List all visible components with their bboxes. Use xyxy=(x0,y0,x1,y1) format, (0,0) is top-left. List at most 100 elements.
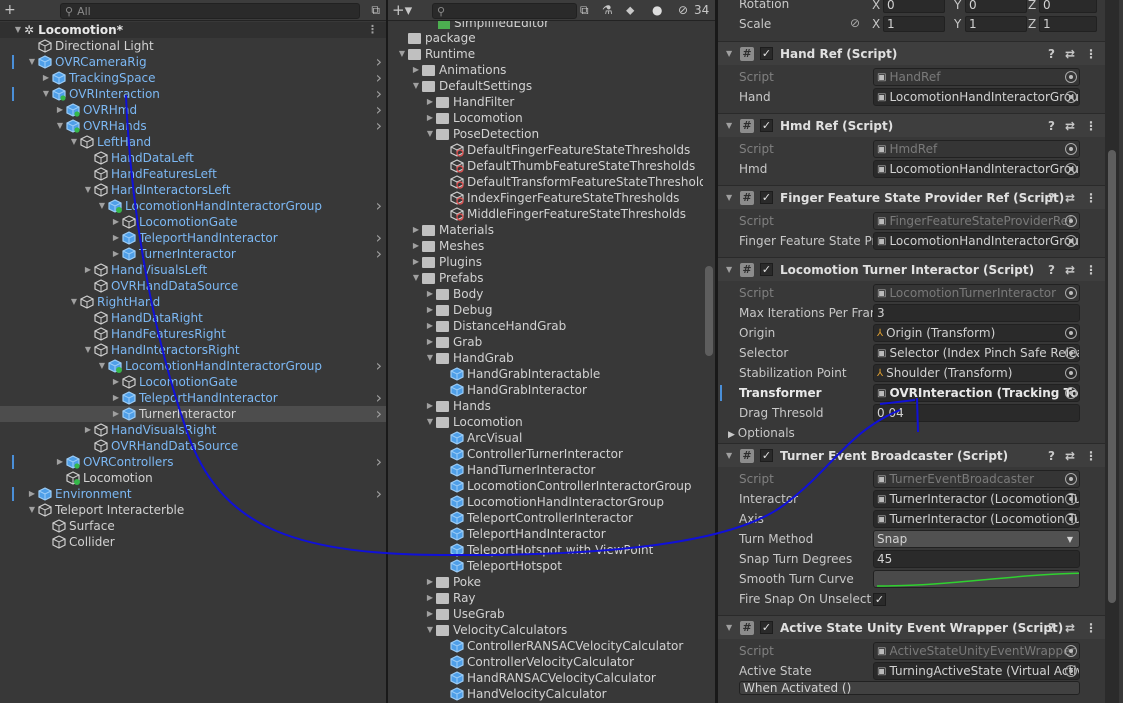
tag-icon[interactable]: ⬥ xyxy=(626,3,634,18)
property-field[interactable]: ▣ LocomotionHandInteractorGroup ( xyxy=(873,160,1080,178)
hierarchy-item[interactable]: ▼ RightHand xyxy=(0,294,386,310)
object-picker-icon[interactable] xyxy=(1065,235,1077,247)
expand-arrow-icon[interactable]: ▶ xyxy=(424,110,436,126)
create-icon[interactable]: +▾ xyxy=(392,1,412,19)
hierarchy-search-input[interactable]: ⚲ All xyxy=(60,3,360,19)
help-icon[interactable]: ? xyxy=(1048,191,1055,205)
hierarchy-item[interactable]: ▶ TrackingSpace › xyxy=(0,70,386,86)
component-enabled-checkbox[interactable]: ✓ xyxy=(760,119,773,132)
project-item[interactable]: ▶ Poke xyxy=(388,574,715,590)
project-item[interactable]: HandGrabInteractable xyxy=(388,366,715,382)
object-picker-icon[interactable] xyxy=(1065,367,1077,379)
object-picker-icon[interactable] xyxy=(1065,387,1077,399)
inspector-scrollbar[interactable] xyxy=(1105,0,1119,703)
more-options-icon[interactable]: ⋮ xyxy=(1085,191,1097,205)
project-item[interactable]: HandRANSACVelocityCalculator xyxy=(388,670,715,686)
presets-icon[interactable]: ⇄ xyxy=(1065,119,1075,133)
expand-arrow-icon[interactable]: ▶ xyxy=(110,246,122,262)
hierarchy-item[interactable]: Surface xyxy=(0,518,386,534)
help-icon[interactable]: ? xyxy=(1048,263,1055,277)
expand-arrow-icon[interactable]: ▶ xyxy=(82,422,94,438)
more-options-icon[interactable]: ⋮ xyxy=(1085,621,1097,635)
property-field[interactable] xyxy=(873,570,1080,588)
project-item[interactable]: HandVelocityCalculator xyxy=(388,686,715,702)
object-picker-icon[interactable] xyxy=(1065,665,1077,677)
presets-icon[interactable]: ⇄ xyxy=(1065,47,1075,61)
project-item[interactable]: ▶ Body xyxy=(388,286,715,302)
hierarchy-item[interactable]: HandDataLeft xyxy=(0,150,386,166)
hierarchy-item[interactable]: ▼ LocomotionHandInteractorGroup › xyxy=(0,198,386,214)
expand-arrow-icon[interactable]: ▼ xyxy=(82,342,94,358)
component-header[interactable]: ▼ # ✓ Finger Feature State Provider Ref (Sc… xyxy=(718,185,1105,209)
object-picker-icon[interactable] xyxy=(1065,163,1077,175)
expand-arrow-icon[interactable]: ▼ xyxy=(96,358,108,374)
project-item[interactable]: ▼ Runtime xyxy=(388,46,715,62)
project-item[interactable]: MiddleFingerFeatureStateThresholds xyxy=(388,206,715,222)
property-field[interactable]: ▣ HmdRef xyxy=(873,140,1080,158)
expand-arrow-icon[interactable]: ▶ xyxy=(424,574,436,590)
expand-arrow-icon[interactable]: ▼ xyxy=(54,118,66,134)
component-header[interactable]: ▼ # ✓ Locomotion Turner Interactor (Script)… xyxy=(718,257,1105,281)
property-field[interactable]: 3 xyxy=(873,304,1080,322)
scale-y-field[interactable]: 1 xyxy=(965,16,1027,32)
expand-arrow-icon[interactable]: ▼ xyxy=(68,134,80,150)
expand-arrow-icon[interactable]: ▼ xyxy=(424,350,436,366)
expand-arrow-icon[interactable]: ▶ xyxy=(110,374,122,390)
expand-arrow-icon[interactable]: ▶ xyxy=(110,230,122,246)
object-picker-icon[interactable] xyxy=(1065,91,1077,103)
hierarchy-item[interactable]: HandFeaturesRight xyxy=(0,326,386,342)
expand-arrow-icon[interactable]: ▶ xyxy=(424,302,436,318)
expand-arrow-icon[interactable]: ▼ xyxy=(424,622,436,638)
foldout-arrow-icon[interactable]: ▼ xyxy=(726,265,732,274)
object-picker-icon[interactable] xyxy=(1065,347,1077,359)
project-item[interactable]: ▶ Locomotion xyxy=(388,110,715,126)
component-enabled-checkbox[interactable]: ✓ xyxy=(760,449,773,462)
expand-arrow-icon[interactable]: ▼ xyxy=(40,86,52,102)
project-item[interactable]: DefaultThumbFeatureStateThresholds xyxy=(388,158,715,174)
object-picker-icon[interactable] xyxy=(1065,473,1077,485)
foldout-arrow-icon[interactable]: ▼ xyxy=(726,623,732,632)
open-prefab-chevron-icon[interactable]: › xyxy=(376,246,382,262)
rotation-y-field[interactable]: 0 xyxy=(965,0,1027,13)
hierarchy-item[interactable]: ▼ LocomotionHandInteractorGroup › xyxy=(0,358,386,374)
more-options-icon[interactable]: ⋮ xyxy=(1085,449,1097,463)
hierarchy-item[interactable]: ▼ OVRHands › xyxy=(0,118,386,134)
hierarchy-item[interactable]: ▼ HandInteractorsRight xyxy=(0,342,386,358)
presets-icon[interactable]: ⇄ xyxy=(1065,263,1075,277)
project-item[interactable]: ▼ VelocityCalculators xyxy=(388,622,715,638)
hierarchy-item[interactable]: OVRHandDataSource xyxy=(0,438,386,454)
property-field[interactable]: ▣ TurnerInteractor (Locomotion Turr xyxy=(873,510,1080,528)
project-item[interactable]: ▶ Ray xyxy=(388,590,715,606)
hierarchy-item[interactable]: HandFeaturesLeft xyxy=(0,166,386,182)
object-picker-icon[interactable] xyxy=(1065,287,1077,299)
expand-arrow-icon[interactable]: ▼ xyxy=(82,182,94,198)
property-field[interactable]: 45 xyxy=(873,550,1080,568)
hierarchy-item[interactable]: HandDataRight xyxy=(0,310,386,326)
property-field[interactable]: Snap ▼ xyxy=(873,530,1080,548)
open-prefab-chevron-icon[interactable]: › xyxy=(376,454,382,470)
property-field[interactable]: ⅄ Origin (Transform) xyxy=(873,324,1080,342)
property-field[interactable]: ▣ HandRef xyxy=(873,68,1080,86)
hierarchy-item[interactable]: ▼ OVRInteraction › xyxy=(0,86,386,102)
hierarchy-item[interactable]: ▼ Teleport Interacterble xyxy=(0,502,386,518)
property-field[interactable]: ▣ LocomotionHandInteractorGroup ( xyxy=(873,232,1080,250)
property-field[interactable]: ▣OVRInteraction (Tracking To Wor xyxy=(873,384,1080,402)
project-item[interactable]: TeleportHandInteractor xyxy=(388,526,715,542)
project-item[interactable]: ▶ UseGrab xyxy=(388,606,715,622)
expand-arrow-icon[interactable]: ▶ xyxy=(110,390,122,406)
expand-arrow-icon[interactable]: ▶ xyxy=(82,262,94,278)
project-item[interactable]: ▼ PoseDetection xyxy=(388,126,715,142)
object-picker-icon[interactable] xyxy=(1065,215,1077,227)
project-item[interactable]: ▶ Plugins xyxy=(388,254,715,270)
property-field[interactable]: ▣ ActiveStateUnityEventWrapper xyxy=(873,642,1080,660)
more-options-icon[interactable]: ⋮ xyxy=(1085,263,1097,277)
property-field[interactable]: ▣ TurnerEventBroadcaster xyxy=(873,470,1080,488)
project-item[interactable]: ControllerRANSACVelocityCalculator xyxy=(388,638,715,654)
property-field[interactable]: ▣ TurnerInteractor (Locomotion Turr xyxy=(873,490,1080,508)
foldout-arrow-icon[interactable]: ▼ xyxy=(726,451,732,460)
expand-arrow-icon[interactable]: ▼ xyxy=(410,270,422,286)
hierarchy-item[interactable]: ▶ LocomotionGate xyxy=(0,214,386,230)
component-header[interactable]: ▼ # ✓ Active State Unity Event Wrapper (Scr… xyxy=(718,615,1105,639)
expand-arrow-icon[interactable]: ▼ xyxy=(396,46,408,62)
project-item[interactable]: TeleportHotspot with ViewPoint xyxy=(388,542,715,558)
